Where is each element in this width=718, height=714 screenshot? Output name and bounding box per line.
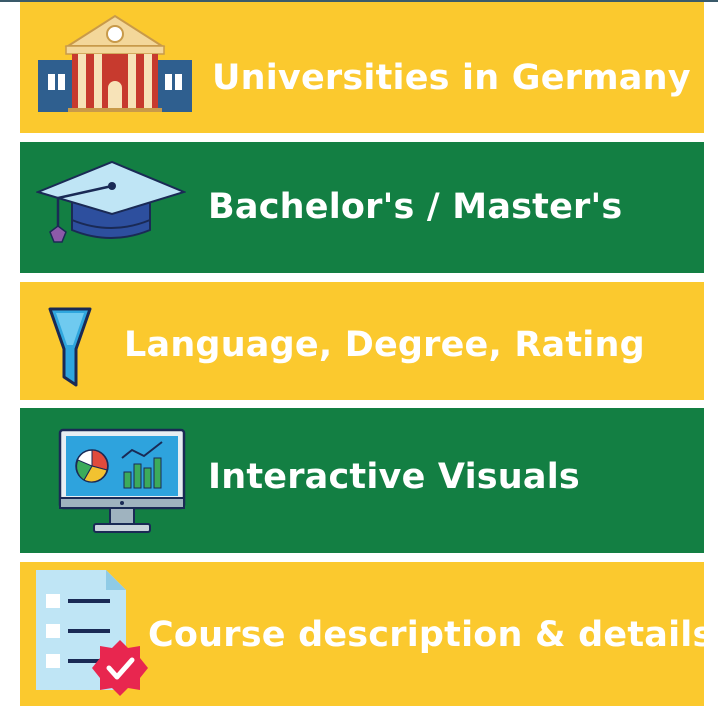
banner-label-course-details: Course description & details	[148, 615, 714, 655]
banner-course-details[interactable]: Course description & details	[20, 562, 713, 706]
dashboard-monitor-icon	[58, 428, 186, 533]
checklist-document-icon	[36, 570, 148, 696]
banner-visuals[interactable]: Interactive Visuals	[20, 408, 704, 553]
graduation-cap-icon	[36, 160, 186, 243]
banner-label-visuals: Interactive Visuals	[208, 457, 580, 497]
banner-degree-level[interactable]: Bachelor's / Master's	[20, 142, 704, 273]
banner-label-degree-level: Bachelor's / Master's	[208, 187, 623, 227]
filter-funnel-icon	[48, 307, 92, 387]
university-building-icon	[38, 14, 192, 112]
banner-label-universities: Universities in Germany	[212, 58, 691, 98]
banner-filters[interactable]: Language, Degree, Rating	[20, 282, 704, 400]
banner-universities[interactable]: Universities in Germany	[20, 2, 704, 133]
banner-label-filters: Language, Degree, Rating	[124, 325, 645, 365]
